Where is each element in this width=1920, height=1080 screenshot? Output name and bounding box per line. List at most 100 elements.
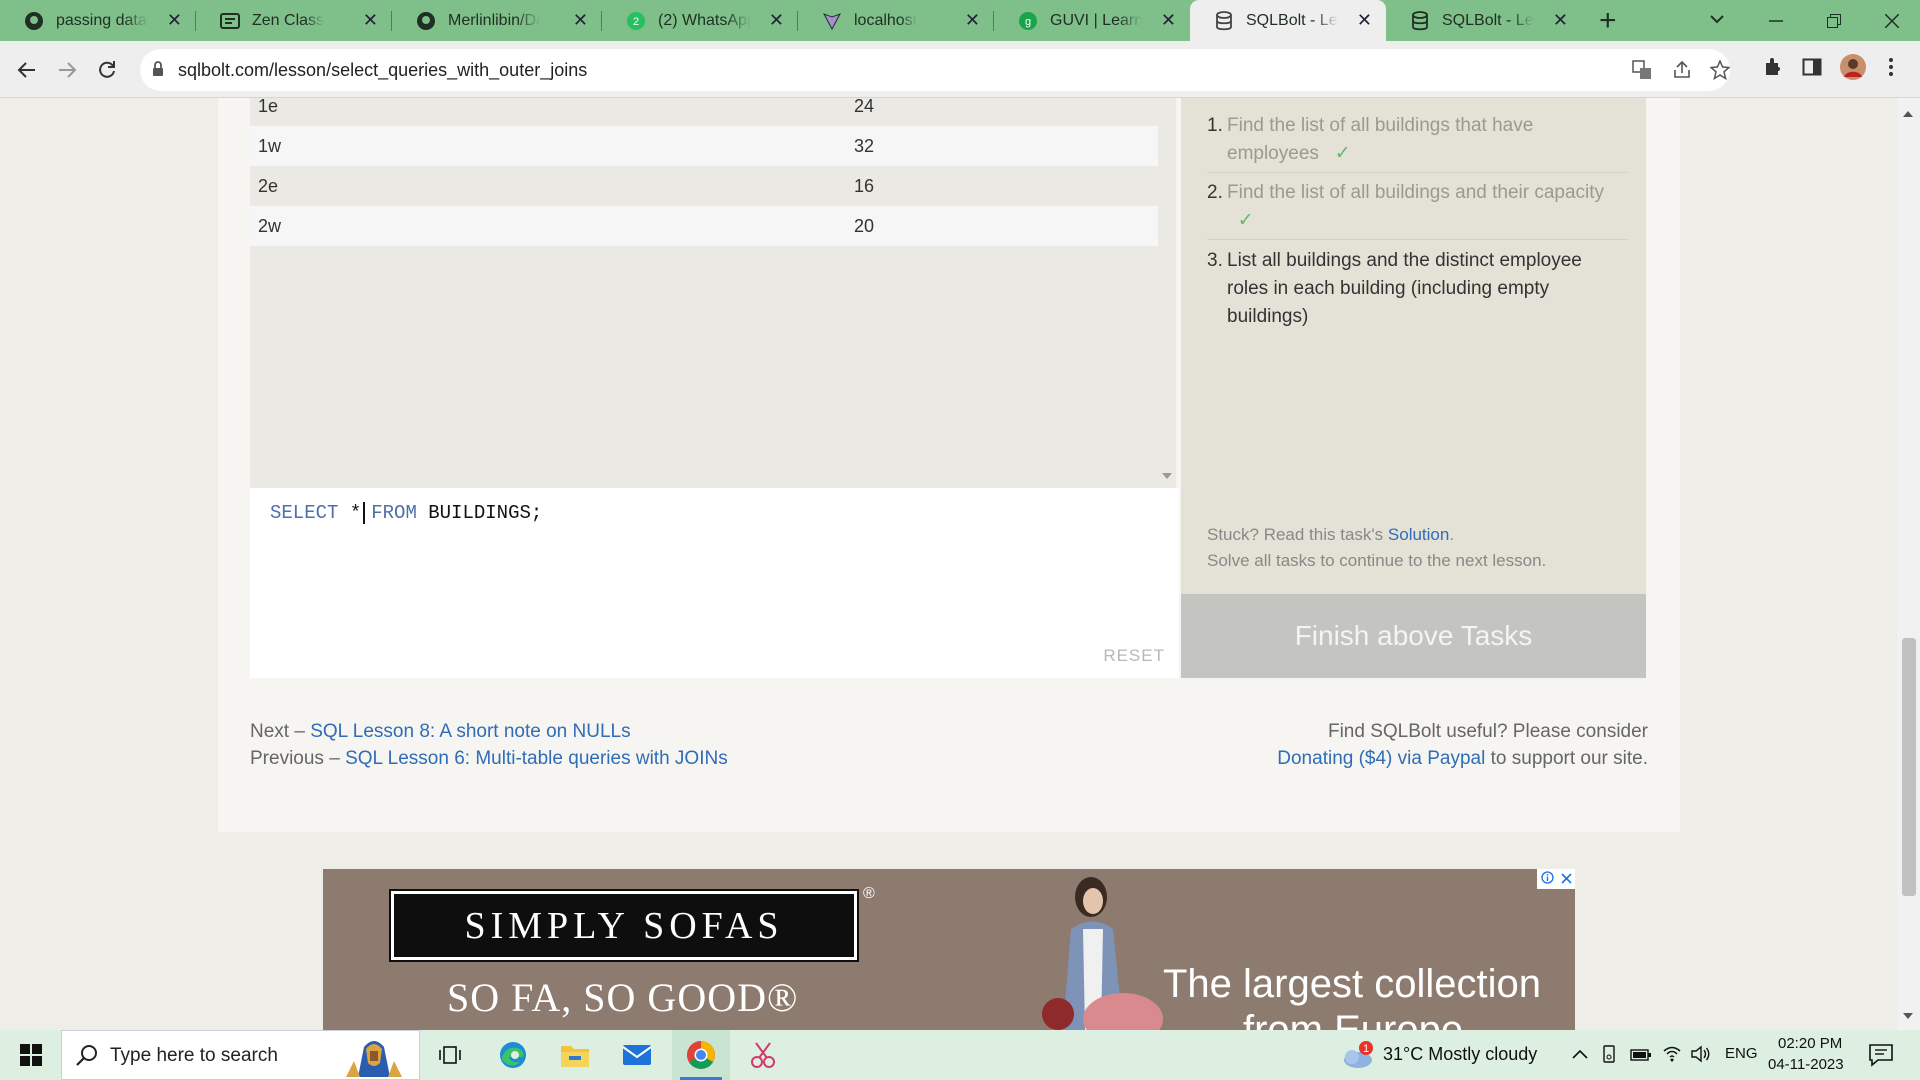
scroll-up-icon[interactable] xyxy=(1903,104,1913,122)
scroll-down-icon[interactable] xyxy=(1162,466,1172,484)
show-hidden-icons-icon[interactable] xyxy=(1572,1045,1588,1065)
close-tab-icon[interactable]: ✕ xyxy=(1161,11,1176,29)
ad-close-icon[interactable] xyxy=(1560,872,1572,887)
next-lesson-link[interactable]: SQL Lesson 8: A short note on NULLs xyxy=(310,721,630,742)
search-highlight-image xyxy=(338,1033,410,1080)
support-text: Find SQLBolt useful? Please consider xyxy=(1327,721,1648,742)
tab-passing-data[interactable]: passing data fro ✕ xyxy=(0,0,196,41)
reload-icon[interactable] xyxy=(92,55,122,85)
snipping-tool-icon[interactable] xyxy=(734,1030,792,1080)
tab-sqlbolt[interactable]: SQLBolt - Learn S ✕ xyxy=(1386,0,1582,41)
windows-start-icon[interactable] xyxy=(2,1030,60,1080)
donate-link[interactable]: Donating ($4) via Paypal xyxy=(1277,748,1485,769)
sqlbolt-icon xyxy=(1214,10,1234,31)
results-scrollbar[interactable] xyxy=(1158,98,1176,488)
ad-model-image xyxy=(1042,877,1163,1030)
close-tab-icon[interactable]: ✕ xyxy=(1357,11,1372,29)
sqlbolt-icon xyxy=(1410,10,1430,31)
task-view-icon[interactable] xyxy=(421,1030,479,1080)
edge-browser-icon[interactable] xyxy=(484,1030,542,1080)
ad-headline-line1: The largest collection xyxy=(1163,962,1541,1006)
tab-merlinlibin[interactable]: Merlinlibin/Day2 ✕ xyxy=(392,0,602,41)
translate-icon[interactable] xyxy=(1632,60,1652,85)
close-tab-icon[interactable]: ✕ xyxy=(1553,11,1568,29)
weather-badge: 1 xyxy=(1363,1043,1369,1055)
clock-time[interactable]: 02:20 PM xyxy=(1778,1035,1842,1052)
browser-menu-icon[interactable] xyxy=(1888,57,1894,82)
task-text: List all buildings and the distinct empl… xyxy=(1227,250,1582,327)
close-tab-icon[interactable]: ✕ xyxy=(363,11,378,29)
taskbar-search-box[interactable]: Type here to search xyxy=(61,1030,420,1080)
weather-icon[interactable]: 1 xyxy=(1340,1040,1374,1075)
mail-icon[interactable] xyxy=(608,1030,666,1080)
address-bar[interactable]: sqlbolt.com/lesson/select_queries_with_o… xyxy=(140,49,1731,91)
minimize-icon[interactable] xyxy=(1747,0,1805,41)
tab-title: (2) WhatsApp xyxy=(658,11,750,29)
page-scroll-thumb[interactable] xyxy=(1902,638,1916,896)
battery-icon[interactable] xyxy=(1630,1047,1652,1067)
side-panel-icon[interactable] xyxy=(1802,57,1822,82)
sql-query-text[interactable]: SELECT * FROM BUILDINGS; xyxy=(270,502,542,524)
forward-icon[interactable] xyxy=(52,55,82,85)
ad-info-icon[interactable] xyxy=(1540,871,1554,887)
previous-prefix: Previous – xyxy=(250,748,340,769)
advertisement-banner[interactable]: SIMPLY SOFAS ® SO FA, SO GOOD® The large… xyxy=(323,869,1575,1030)
reset-button[interactable]: RESET xyxy=(1103,646,1165,666)
input-language[interactable]: ENG xyxy=(1725,1045,1758,1062)
file-explorer-icon[interactable] xyxy=(546,1030,604,1080)
close-tab-icon[interactable]: ✕ xyxy=(167,11,182,29)
tab-title: GUVI | Learn to c xyxy=(1050,11,1142,29)
restore-icon[interactable] xyxy=(1805,0,1863,41)
tab-title: Merlinlibin/Day2 xyxy=(448,11,540,29)
bookmark-star-icon[interactable] xyxy=(1709,59,1731,85)
device-icon[interactable] xyxy=(1602,1045,1620,1068)
sql-editor[interactable]: SELECT * FROM BUILDINGS; RESET xyxy=(250,488,1179,678)
close-window-icon[interactable] xyxy=(1863,0,1920,41)
lock-icon[interactable] xyxy=(152,61,164,82)
url-text[interactable]: sqlbolt.com/lesson/select_queries_with_o… xyxy=(178,60,587,81)
tab-sqlbolt-active[interactable]: SQLBolt - Learn S ✕ xyxy=(1190,0,1386,41)
lesson-content: 1e 24 1w 32 2e 16 2w 20 SELECT * FROM BUI… xyxy=(218,98,1680,832)
volume-icon[interactable] xyxy=(1690,1044,1712,1069)
tab-whatsapp[interactable]: 2 (2) WhatsApp ✕ xyxy=(602,0,798,41)
extensions-icon[interactable] xyxy=(1762,57,1782,82)
close-tab-icon[interactable]: ✕ xyxy=(965,11,980,29)
ad-slogan: SO FA, SO GOOD® xyxy=(447,975,799,1020)
table-row: 1w 32 xyxy=(250,126,1158,166)
close-tab-icon[interactable]: ✕ xyxy=(573,11,588,29)
close-tab-icon[interactable]: ✕ xyxy=(769,11,784,29)
github-icon xyxy=(416,11,436,31)
tab-zen-class[interactable]: Zen Class ✕ xyxy=(196,0,392,41)
previous-lesson-link[interactable]: SQL Lesson 6: Multi-table queries with J… xyxy=(345,748,728,769)
tab-guvi[interactable]: g GUVI | Learn to c ✕ xyxy=(994,0,1190,41)
back-icon[interactable] xyxy=(12,55,42,85)
query-results-table: 1e 24 1w 32 2e 16 2w 20 xyxy=(250,98,1158,488)
check-icon: ✓ xyxy=(1334,143,1351,164)
new-tab-icon[interactable]: + xyxy=(1599,4,1617,38)
profile-avatar[interactable] xyxy=(1840,54,1866,85)
table-cell: 32 xyxy=(854,136,875,156)
ad-choices[interactable] xyxy=(1537,869,1575,889)
chrome-icon[interactable] xyxy=(672,1030,730,1080)
notifications-icon[interactable] xyxy=(1868,1043,1894,1072)
tab-title: Zen Class xyxy=(252,11,325,29)
task-number: 1. xyxy=(1207,115,1223,136)
task-number: 2. xyxy=(1207,182,1223,203)
scroll-down-icon[interactable] xyxy=(1903,1006,1913,1024)
text-cursor xyxy=(363,502,366,524)
continue-note: Solve all tasks to continue to the next … xyxy=(1207,551,1547,570)
weather-text[interactable]: 31°C Mostly cloudy xyxy=(1383,1044,1537,1065)
ad-registered-mark: ® xyxy=(863,885,875,902)
tab-localhost[interactable]: localhost ✕ xyxy=(798,0,994,41)
wifi-icon[interactable] xyxy=(1662,1044,1682,1069)
tab-title: passing data fro xyxy=(56,11,148,29)
lesson-navigation: Next – SQL Lesson 8: A short note on NUL… xyxy=(250,718,728,772)
table-cell: 1e xyxy=(258,98,279,116)
table-cell: 2e xyxy=(258,176,279,196)
solution-link[interactable]: Solution xyxy=(1388,525,1449,544)
share-icon[interactable] xyxy=(1672,60,1692,85)
page-scrollbar[interactable] xyxy=(1897,98,1920,1030)
clock-date[interactable]: 04-11-2023 xyxy=(1768,1056,1844,1073)
finish-tasks-button[interactable]: Finish above Tasks xyxy=(1181,594,1646,678)
tab-search-icon[interactable] xyxy=(1708,10,1726,33)
